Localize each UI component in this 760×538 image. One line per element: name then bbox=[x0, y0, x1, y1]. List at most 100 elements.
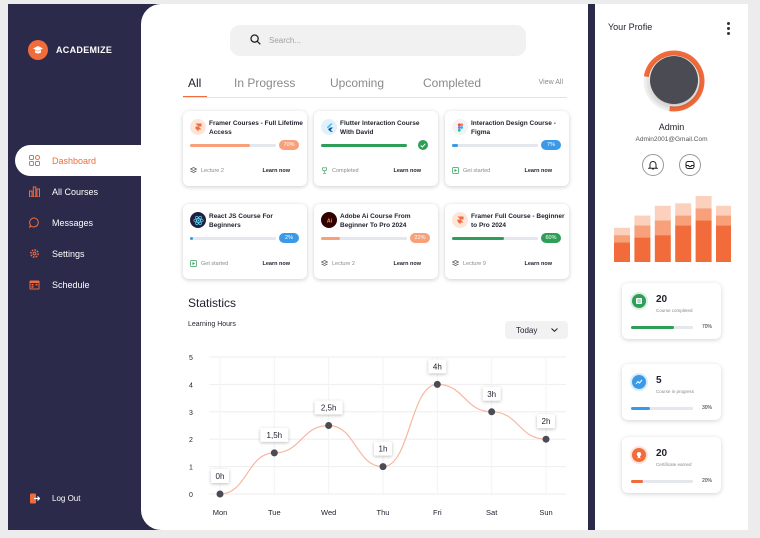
course-progress-bar bbox=[190, 144, 276, 147]
activity-bar-segment bbox=[716, 205, 731, 216]
course-progress-bar bbox=[321, 237, 407, 240]
sidebar-item-label: Settings bbox=[52, 248, 85, 259]
course-status: Get started bbox=[190, 260, 228, 267]
data-point[interactable] bbox=[325, 422, 333, 429]
course-status: Lecture 9 bbox=[452, 260, 486, 267]
inbox-button[interactable] bbox=[679, 154, 701, 176]
learn-now-link[interactable]: Learn now bbox=[262, 261, 290, 267]
learn-now-link[interactable]: Learn now bbox=[393, 261, 421, 267]
y-tick-label: 2 bbox=[189, 437, 193, 444]
chevron-down-icon bbox=[551, 328, 558, 332]
medal-icon bbox=[632, 448, 646, 462]
data-point[interactable] bbox=[488, 408, 496, 416]
course-card[interactable]: Flutter Interaction Course With David Com… bbox=[314, 111, 438, 186]
notifications-button[interactable] bbox=[642, 154, 664, 176]
search-input[interactable]: Search... bbox=[269, 36, 301, 45]
course-title: Framer Full Course - Beginner to Pro 202… bbox=[471, 213, 565, 229]
brand-logo[interactable]: ACADEMIZE bbox=[28, 40, 112, 60]
bell-icon bbox=[648, 161, 658, 170]
course-card[interactable]: Framer Courses - Full Lifetime Access 70%… bbox=[183, 111, 307, 186]
activity-bar-segment bbox=[716, 215, 731, 226]
activity-bar-segment bbox=[675, 225, 692, 262]
course-card[interactable]: Framer Full Course - Beginner to Pro 202… bbox=[445, 204, 569, 279]
stat-label: Certificate earned bbox=[656, 462, 692, 467]
stat-card[interactable]: 5 Course in progress 30% bbox=[622, 364, 721, 420]
stat-card[interactable]: 20 Course completed 70% bbox=[622, 283, 721, 339]
course-card[interactable]: Interaction Design Course - Figma 7% Get s… bbox=[445, 111, 569, 186]
activity-bar-segment bbox=[614, 242, 630, 262]
course-card[interactable]: React JS Course For Beginners 2% Get start… bbox=[183, 204, 307, 279]
data-label: 4h bbox=[433, 362, 442, 371]
learn-now-link[interactable]: Learn now bbox=[524, 168, 552, 174]
data-point[interactable] bbox=[379, 463, 387, 471]
data-point[interactable] bbox=[270, 449, 278, 457]
data-point[interactable] bbox=[542, 435, 550, 443]
stat-label: Course completed bbox=[656, 308, 693, 313]
activity-bar-segment bbox=[654, 205, 671, 221]
learn-now-link[interactable]: Learn now bbox=[262, 168, 290, 174]
stat-progress-bar bbox=[631, 326, 693, 329]
tab-all[interactable]: All bbox=[188, 76, 201, 90]
sidebar-item-label: Schedule bbox=[52, 279, 90, 290]
sidebar: ACADEMIZE Dashboard All Courses Messages bbox=[8, 4, 158, 530]
profile-email: Admin2001@Gmail.Com bbox=[635, 136, 708, 143]
tab-upcoming[interactable]: Upcoming bbox=[330, 76, 384, 90]
bar-chart-icon bbox=[28, 186, 40, 198]
course-tabs: All In Progress Upcoming Completed View … bbox=[183, 76, 563, 98]
x-tick-label: Mon bbox=[213, 508, 228, 517]
stat-value: 5 bbox=[656, 375, 662, 386]
activity-bar-segment bbox=[634, 225, 651, 238]
data-label: 1h bbox=[379, 445, 388, 454]
activity-bar-segment bbox=[634, 237, 651, 262]
gear-icon bbox=[28, 248, 40, 260]
trend-icon bbox=[632, 375, 646, 389]
learn-now-link[interactable]: Learn now bbox=[524, 261, 552, 267]
search-bar[interactable]: Search... bbox=[230, 25, 526, 56]
statistics-subtitle: Learning Hours bbox=[188, 321, 236, 328]
data-point[interactable] bbox=[433, 380, 441, 388]
learning-hours-chart: 0 1 2 3 4 5 0h Mon 1,5h Tue 2,5h Wed 1h Thu 4h Fri 3h Sat… bbox=[189, 355, 566, 517]
more-options-icon[interactable] bbox=[727, 22, 731, 35]
data-point[interactable] bbox=[216, 490, 224, 498]
progress-badge: 7% bbox=[541, 140, 561, 150]
course-footer: Get started Learn now bbox=[452, 167, 562, 177]
check-list-icon bbox=[632, 294, 646, 308]
learn-now-link[interactable]: Learn now bbox=[393, 168, 421, 174]
sidebar-item-messages[interactable]: Messages bbox=[8, 207, 158, 238]
sidebar-item-schedule[interactable]: Schedule bbox=[8, 269, 158, 300]
course-status: Get started bbox=[452, 167, 490, 174]
course-progress-bar bbox=[452, 237, 538, 240]
data-label: 0h bbox=[216, 472, 225, 481]
sidebar-item-all-courses[interactable]: All Courses bbox=[8, 176, 158, 207]
data-label: 2,5h bbox=[321, 404, 337, 413]
tab-completed[interactable]: Completed bbox=[423, 76, 481, 90]
sidebar-item-dashboard[interactable]: Dashboard bbox=[15, 145, 158, 176]
graduation-cap-icon bbox=[28, 40, 48, 60]
sidebar-item-label: All Courses bbox=[52, 186, 99, 197]
course-progress-bar bbox=[190, 237, 276, 240]
course-card[interactable]: Ai Adobe Ai Course From Beginner To Pro 2… bbox=[314, 204, 438, 279]
x-tick-label: Thu bbox=[377, 508, 390, 517]
avatar[interactable] bbox=[650, 56, 698, 104]
y-tick-label: 5 bbox=[189, 355, 193, 362]
view-all-link[interactable]: View All bbox=[539, 79, 563, 86]
stat-percent: 70% bbox=[702, 324, 713, 330]
period-dropdown[interactable]: Today bbox=[505, 321, 568, 339]
logout-button[interactable]: Log Out bbox=[28, 492, 80, 504]
y-tick-label: 4 bbox=[189, 382, 193, 389]
activity-bar-segment bbox=[675, 215, 692, 226]
tab-in-progress[interactable]: In Progress bbox=[234, 76, 295, 90]
sidebar-item-settings[interactable]: Settings bbox=[8, 238, 158, 269]
course-status: Completed bbox=[321, 167, 359, 174]
x-tick-label: Sun bbox=[539, 508, 552, 517]
x-tick-label: Sat bbox=[486, 508, 498, 517]
search-icon bbox=[250, 34, 261, 47]
course-footer: Lecture 2 Learn now bbox=[190, 167, 300, 177]
stat-card[interactable]: 20 Certificate earned 20% bbox=[622, 437, 721, 493]
course-title: Adobe Ai Course From Beginner To Pro 202… bbox=[340, 213, 411, 229]
period-value: Today bbox=[516, 325, 538, 335]
stat-value: 20 bbox=[656, 294, 668, 305]
course-title: Framer Courses - Full Lifetime Access bbox=[209, 120, 303, 136]
y-tick-label: 3 bbox=[189, 410, 193, 417]
activity-bar-segment bbox=[695, 220, 712, 262]
